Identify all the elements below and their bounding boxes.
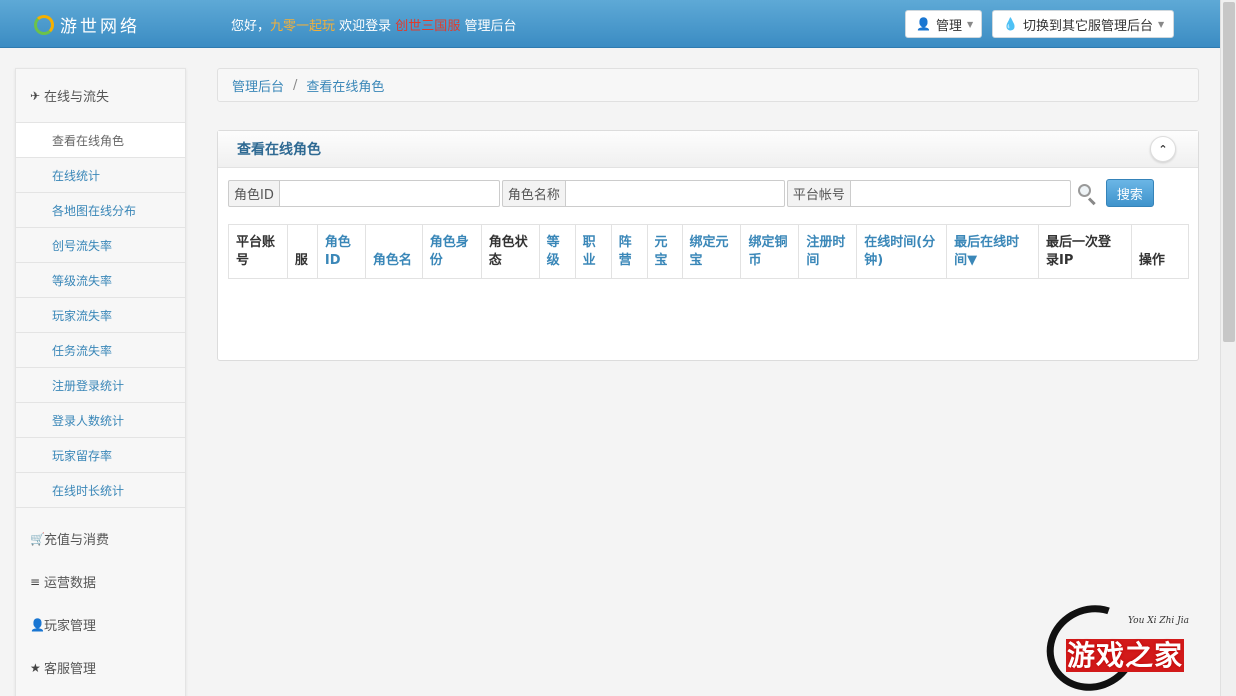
admin-menu-button[interactable]: 👤 管理 ▼	[905, 10, 982, 38]
col-actions: 操作	[1130, 224, 1190, 279]
role-name-filter: 角色名称	[501, 179, 785, 207]
logo-icon	[34, 14, 54, 35]
sidebar-group-recharge[interactable]: 🛒 充值与消费	[16, 517, 185, 560]
cart-icon: 🛒	[30, 531, 45, 546]
chevron-up-icon: ⌃	[1158, 142, 1168, 156]
watermark-en: You Xi Zhi Jia	[1128, 616, 1190, 626]
brand-name: 游世网络	[60, 17, 140, 37]
panel-header: 查看在线角色 ⌃	[218, 131, 1198, 168]
sidebar-item-register-login[interactable]: 注册登录统计	[16, 367, 185, 402]
welcome-message: 您好，九零一起玩 欢迎登录 创世三国服 管理后台	[231, 19, 517, 34]
search-icon	[1074, 180, 1102, 207]
col-ingot[interactable]: 元宝	[646, 224, 683, 279]
panel-title: 查看在线角色	[237, 142, 321, 158]
role-id-input[interactable]	[279, 179, 500, 207]
brand-logo[interactable]: 游世网络	[34, 12, 140, 37]
sidebar-item-online-roles[interactable]: 查看在线角色	[16, 122, 185, 157]
sidebar: ✈ 在线与流失 查看在线角色 在线统计 各地图在线分布 创号流失率 等级流失率 …	[15, 68, 186, 696]
collapse-button[interactable]: ⌃	[1150, 136, 1176, 162]
scrollbar-thumb[interactable]	[1223, 2, 1235, 342]
account-filter: 平台帐号	[786, 179, 1071, 207]
plane-icon: ✈	[30, 88, 41, 103]
col-role-identity[interactable]: 角色身份	[421, 224, 482, 279]
site-watermark: You Xi Zhi Jia 游戏之家	[1032, 590, 1226, 696]
account-input[interactable]	[850, 179, 1071, 207]
tint-icon: 💧	[1003, 17, 1018, 31]
username: 九零一起玩	[270, 19, 336, 34]
sidebar-group-online[interactable]: ✈ 在线与流失	[16, 69, 185, 122]
role-name-input[interactable]	[565, 179, 785, 207]
sidebar-item-online-stats[interactable]: 在线统计	[16, 157, 185, 192]
breadcrumb-root-link[interactable]: 管理后台	[232, 76, 284, 95]
list-icon: ≡	[30, 574, 41, 589]
col-register-time[interactable]: 注册时间	[798, 224, 858, 279]
search-button[interactable]: 搜索	[1105, 179, 1154, 207]
sidebar-group-service[interactable]: ★ 客服管理	[16, 646, 185, 689]
col-server: 服	[286, 224, 318, 279]
sidebar-item-retention[interactable]: 玩家留存率	[16, 437, 185, 472]
col-last-login-ip: 最后一次登录IP	[1038, 224, 1132, 279]
page-scrollbar[interactable]	[1220, 0, 1236, 696]
sidebar-divider	[16, 507, 185, 517]
col-platform-account: 平台账号	[228, 224, 288, 279]
role-id-filter: 角色ID	[228, 179, 500, 207]
breadcrumb-separator: /	[293, 77, 298, 93]
sidebar-item-login-count[interactable]: 登录人数统计	[16, 402, 185, 437]
breadcrumb: 管理后台 / 查看在线角色	[217, 68, 1199, 102]
star-icon: ★	[30, 660, 41, 675]
top-navbar: 游世网络 您好，九零一起玩 欢迎登录 创世三国服 管理后台 👤 管理 ▼ 💧 切…	[0, 0, 1220, 48]
col-online-time[interactable]: 在线时间(分钟)	[856, 224, 948, 279]
col-class[interactable]: 职业	[574, 224, 612, 279]
caret-down-icon: ▼	[1157, 19, 1165, 29]
online-roles-table: 平台账号 服 角色ID 角色名 角色身份 角色状态 等级 职业 阵营 元宝 绑定…	[228, 224, 1190, 279]
col-bound-ingot[interactable]: 绑定元宝	[681, 224, 742, 279]
switch-server-button[interactable]: 💧 切换到其它服管理后台 ▼	[992, 10, 1174, 38]
role-id-label: 角色ID	[228, 179, 280, 207]
sidebar-item-player-churn[interactable]: 玩家流失率	[16, 297, 185, 332]
user-icon: 👤	[30, 617, 45, 632]
watermark-cn: 游戏之家	[1066, 639, 1185, 672]
sidebar-item-map-distribution[interactable]: 各地图在线分布	[16, 192, 185, 227]
col-last-online[interactable]: 最后在线时间▼	[946, 224, 1040, 279]
col-role-status: 角色状态	[480, 224, 540, 279]
table-header-row: 平台账号 服 角色ID 角色名 角色身份 角色状态 等级 职业 阵营 元宝 绑定…	[228, 224, 1190, 279]
sidebar-group-operations[interactable]: ≡ 运营数据	[16, 560, 185, 603]
table-body-empty	[228, 279, 1189, 349]
breadcrumb-current-link[interactable]: 查看在线角色	[306, 76, 384, 95]
col-bound-copper[interactable]: 绑定铜币	[740, 224, 800, 279]
col-role-name[interactable]: 角色名	[364, 224, 423, 279]
role-name-label: 角色名称	[501, 179, 566, 207]
col-role-id[interactable]: 角色ID	[316, 224, 366, 279]
account-label: 平台帐号	[786, 179, 851, 207]
server-name: 创世三国	[395, 19, 448, 34]
caret-down-icon: ▼	[966, 19, 974, 29]
sidebar-item-online-duration[interactable]: 在线时长统计	[16, 472, 185, 507]
sidebar-item-create-churn[interactable]: 创号流失率	[16, 227, 185, 262]
sidebar-item-quest-churn[interactable]: 任务流失率	[16, 332, 185, 367]
col-faction[interactable]: 阵营	[610, 224, 648, 279]
sidebar-group-players[interactable]: 👤 玩家管理	[16, 603, 185, 646]
online-roles-panel: 查看在线角色 ⌃ 角色ID 角色名称 平台帐号 搜索 平台账号 服 角色ID 角…	[217, 130, 1199, 361]
col-level[interactable]: 等级	[538, 224, 576, 279]
user-icon: 👤	[916, 17, 931, 31]
sidebar-item-level-churn[interactable]: 等级流失率	[16, 262, 185, 297]
filter-bar: 角色ID 角色名称 平台帐号 搜索	[228, 179, 1154, 207]
